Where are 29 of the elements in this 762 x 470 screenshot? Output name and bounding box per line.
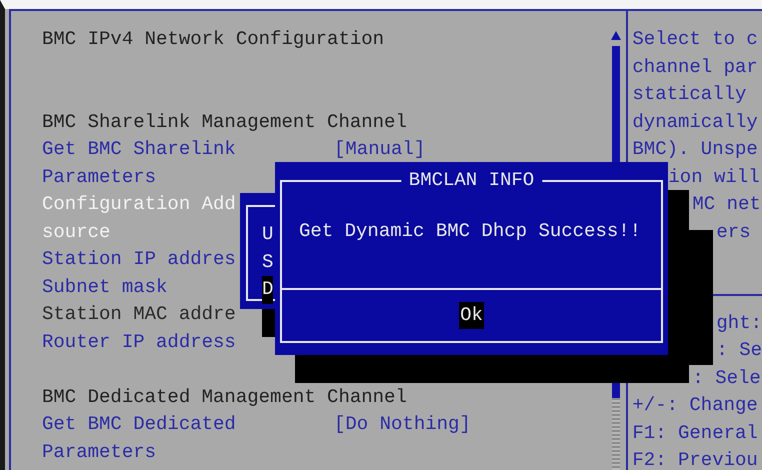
help-text: : Sele xyxy=(691,366,762,390)
help-text: ght: xyxy=(715,310,762,336)
help-text: : Se xyxy=(715,338,762,363)
menu-option[interactable]: Get BMC Sharelink xyxy=(42,136,334,164)
menu-option[interactable]: Get BMC Dedicated xyxy=(42,411,334,438)
page-title: BMC IPv4 Network Configuration xyxy=(42,27,386,52)
help-text: F2: Previou xyxy=(632,448,759,470)
help-text: BMC). Unspe xyxy=(632,137,759,162)
option-value[interactable]: [Do Nothing] xyxy=(334,411,471,438)
dialog-option[interactable]: D xyxy=(262,276,274,304)
field-label: Station MAC addre xyxy=(42,302,237,327)
ok-button[interactable]: Ok xyxy=(459,302,484,330)
dialog-option[interactable]: U xyxy=(262,221,274,248)
help-text: MC net xyxy=(691,192,762,217)
section-heading: BMC Sharelink Management Channel xyxy=(42,110,407,134)
help-text: channel par xyxy=(632,54,759,80)
dialog-option[interactable]: S xyxy=(262,248,274,276)
help-text: Select to c xyxy=(632,27,759,52)
dialog-message: Get Dynamic BMC Dhcp Success!! xyxy=(298,219,642,244)
help-text: ion will xyxy=(667,164,761,190)
menu-option[interactable]: Parameters xyxy=(42,438,334,466)
help-text: ers xyxy=(715,220,752,244)
scroll-up-icon[interactable] xyxy=(611,31,622,40)
help-text: F1: General xyxy=(632,420,759,446)
section-heading: BMC Dedicated Management Channel xyxy=(42,384,407,410)
help-text: statically xyxy=(632,82,748,107)
option-value[interactable]: [Manual] xyxy=(334,136,426,164)
help-text: dynamically xyxy=(632,110,759,134)
help-text: +/-: Change xyxy=(632,393,759,418)
